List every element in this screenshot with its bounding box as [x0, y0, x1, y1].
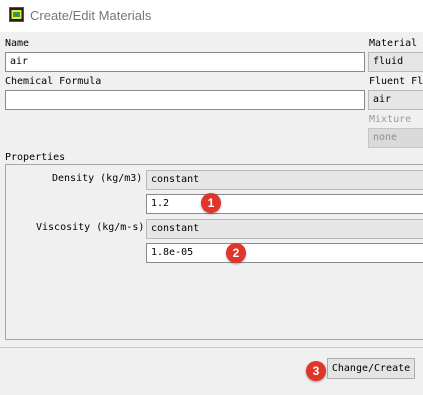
chemical-formula-label: Chemical Formula — [5, 76, 102, 87]
material-type-dropdown[interactable]: fluid — [368, 52, 423, 72]
name-label: Name — [5, 38, 30, 49]
fluent-fluid-dropdown[interactable]: air — [368, 90, 423, 110]
density-value-input[interactable]: 1.2 — [146, 194, 423, 214]
properties-group-label: Properties — [5, 152, 66, 163]
viscosity-method-dropdown[interactable]: constant — [146, 219, 423, 239]
fluent-fluid-label: Fluent Fl — [369, 76, 423, 87]
annotation-badge-3: 3 — [306, 361, 326, 381]
materials-app-icon — [9, 7, 24, 22]
viscosity-value-input[interactable]: 1.8e-05 — [146, 243, 423, 263]
material-type-label: Material — [369, 38, 418, 49]
density-label: Density (kg/m3) — [52, 173, 143, 184]
chemical-formula-input[interactable] — [5, 90, 365, 110]
density-method-dropdown[interactable]: constant — [146, 170, 423, 190]
viscosity-label: Viscosity (kg/m-s) — [36, 222, 145, 233]
name-input[interactable]: air — [5, 52, 365, 72]
mixture-dropdown[interactable]: none — [368, 128, 423, 148]
annotation-badge-2: 2 — [226, 243, 246, 263]
footer-separator — [0, 347, 423, 348]
change-create-button[interactable]: Change/Create — [327, 358, 415, 379]
mixture-label: Mixture — [369, 114, 412, 125]
annotation-badge-1: 1 — [201, 193, 221, 213]
window-title: Create/Edit Materials — [30, 8, 152, 23]
